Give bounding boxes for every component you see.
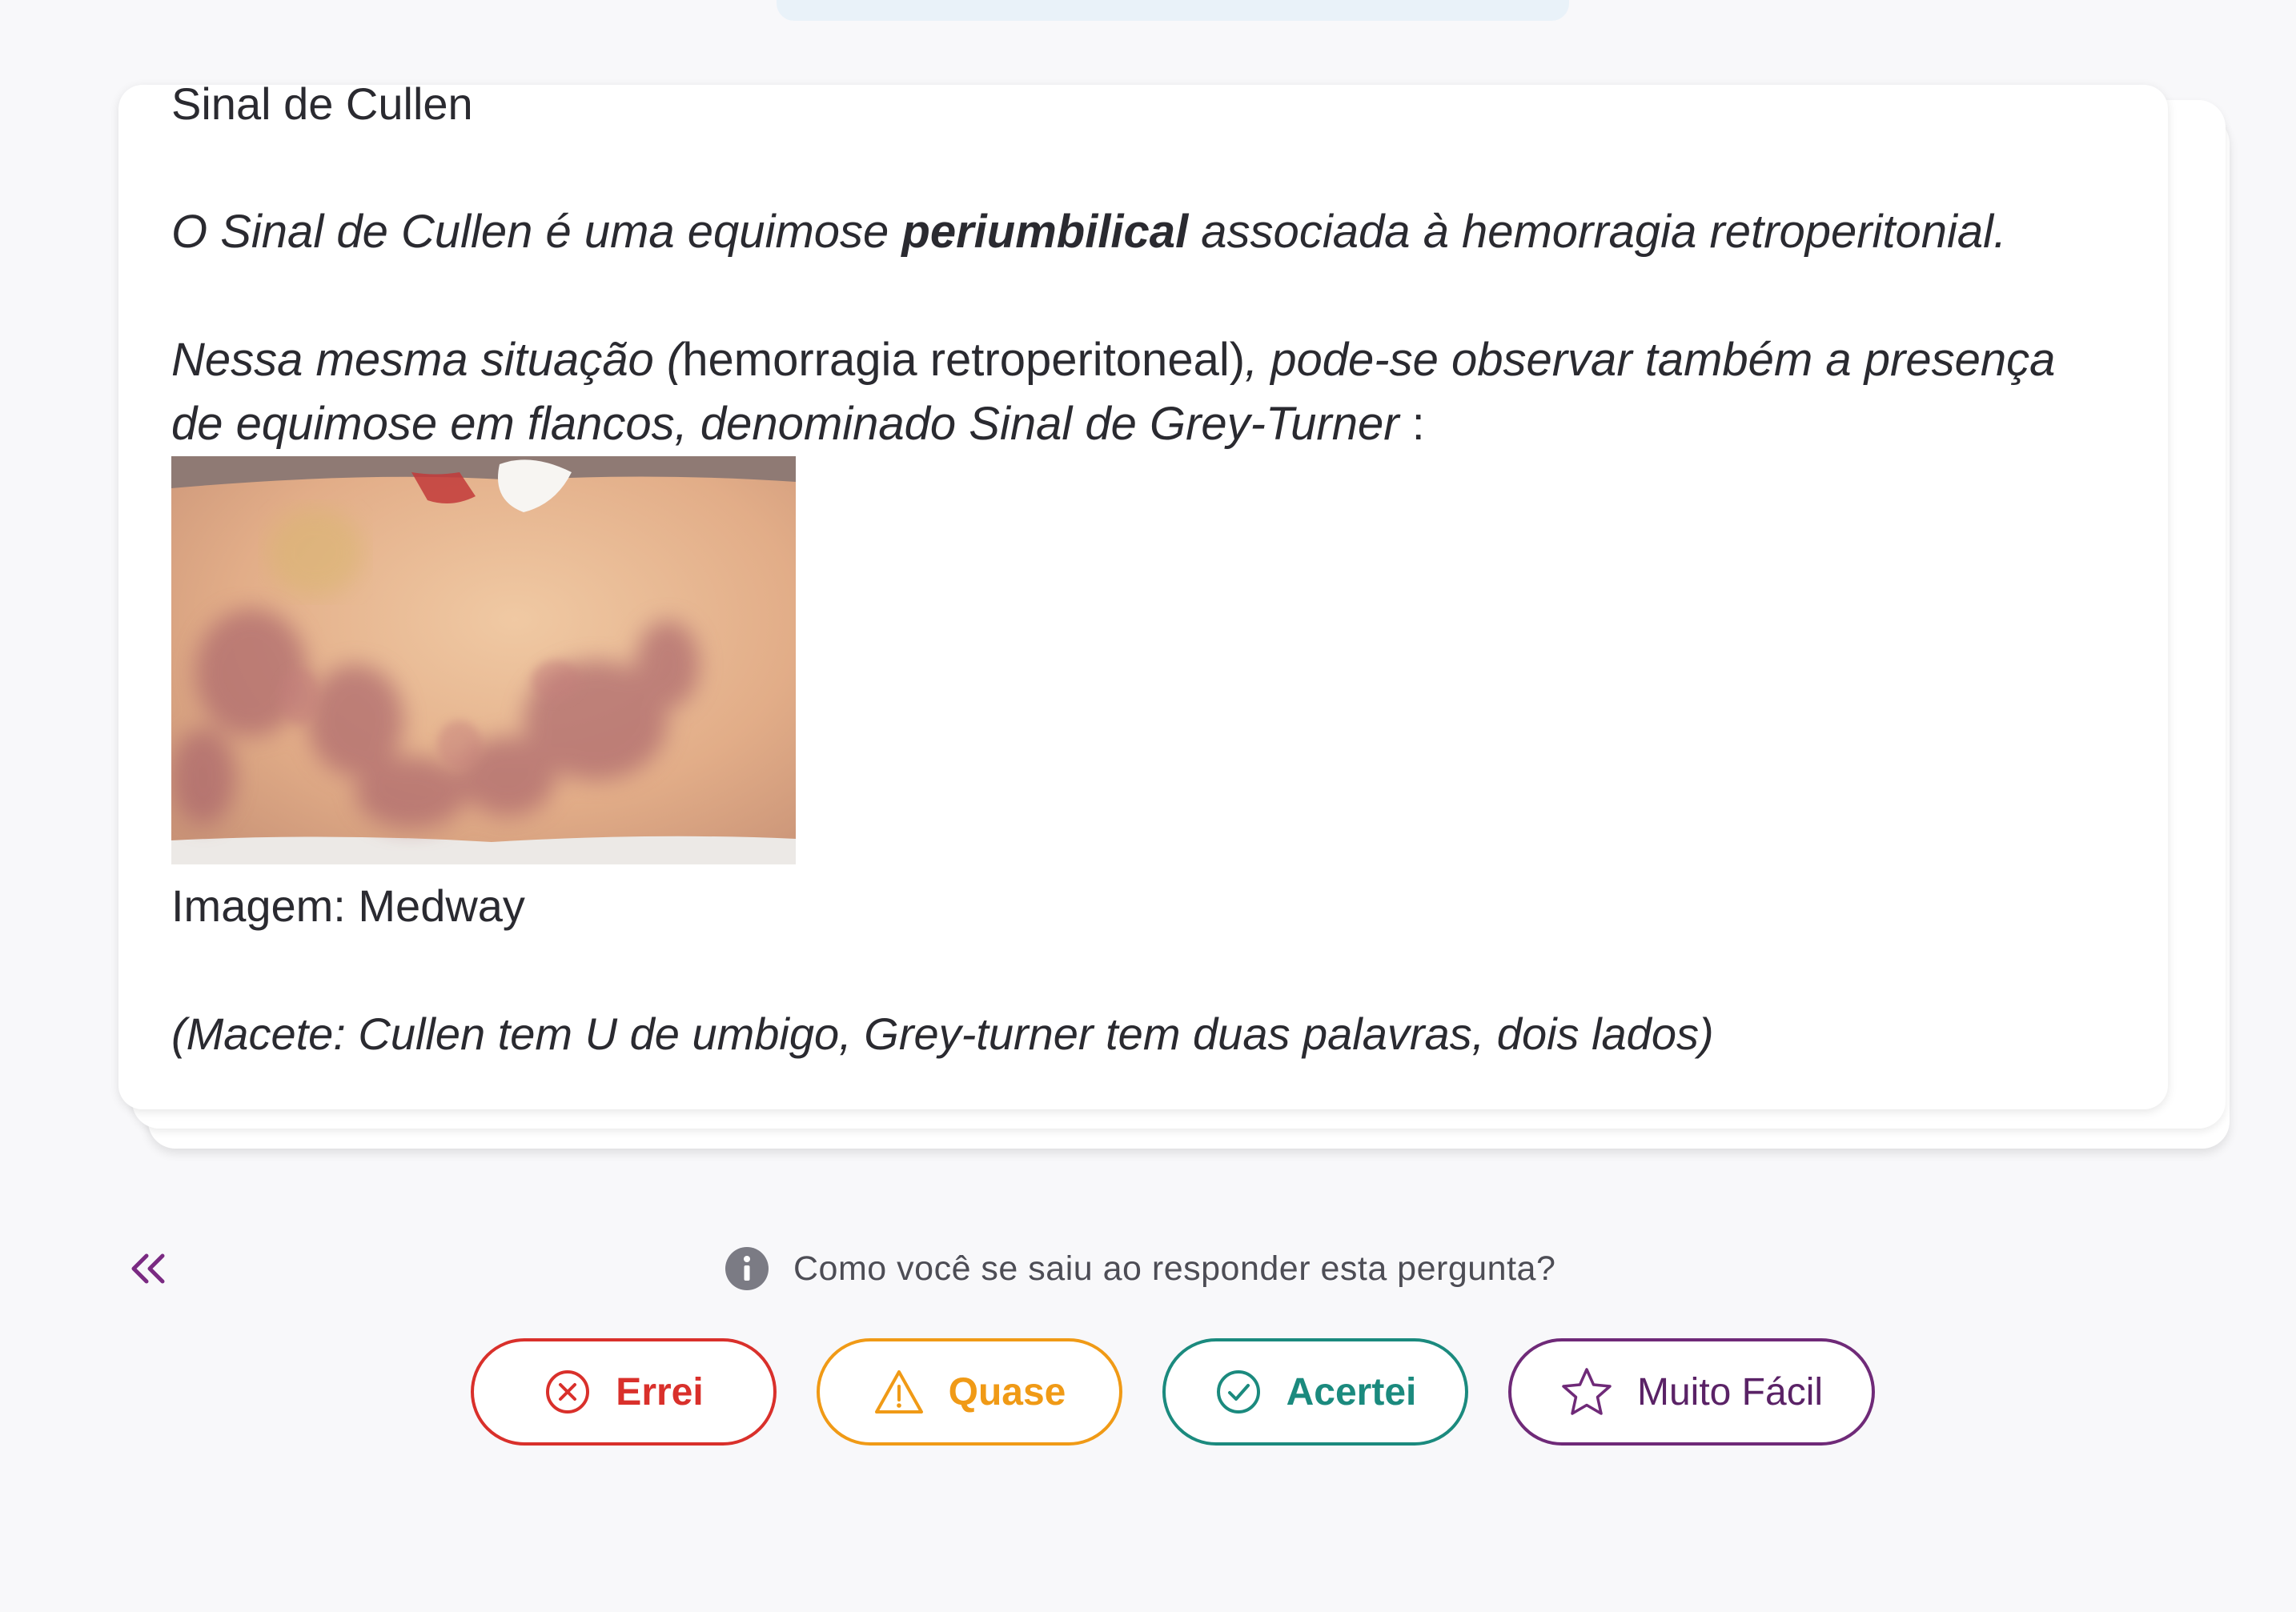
paragraph-text: associada à hemorragia retroperitonial. <box>1188 206 2007 258</box>
grey-turner-sign-photo <box>171 456 796 864</box>
flashcard: Sinal de Cullen O Sinal de Cullen é uma … <box>118 85 2168 1109</box>
quase-button[interactable]: Quase <box>817 1338 1122 1446</box>
errei-label: Errei <box>616 1370 704 1414</box>
card-heading: Sinal de Cullen <box>171 85 473 129</box>
mnemonic-note: (Macete: Cullen tem U de umbigo, Grey-tu… <box>171 1009 1714 1059</box>
paragraph-text: hemorragia retroperitoneal) <box>682 334 1246 386</box>
back-button[interactable] <box>120 1237 176 1301</box>
card-paragraph-grey-turner: Nessa mesma situação (hemorragia retrope… <box>171 328 2104 456</box>
acertei-button[interactable]: Acertei <box>1162 1338 1468 1446</box>
flashcard-scroll-area[interactable]: Sinal de Cullen O Sinal de Cullen é uma … <box>171 85 2104 1109</box>
double-chevron-left-icon <box>131 1253 165 1284</box>
top-tab-indicator <box>777 0 1569 21</box>
bold-term: periumbilical <box>901 206 1189 258</box>
quase-label: Quase <box>948 1370 1066 1414</box>
muito-facil-button[interactable]: Muito Fácil <box>1508 1338 1875 1446</box>
warning-triangle-icon <box>874 1370 923 1414</box>
feedback-prompt: Como você se saiu ao responder esta perg… <box>725 1241 1555 1297</box>
check-circle-icon <box>1216 1370 1260 1414</box>
card-paragraph-cullen: O Sinal de Cullen é uma equimose periumb… <box>171 200 2104 264</box>
paragraph-text: Nessa mesma situação ( <box>171 334 683 386</box>
star-icon <box>1562 1368 1612 1415</box>
errei-button[interactable]: Errei <box>471 1338 777 1446</box>
acertei-label: Acertei <box>1286 1370 1417 1414</box>
feedback-prompt-text: Como você se saiu ao responder esta perg… <box>793 1249 1556 1288</box>
image-caption: Imagem: Medway <box>171 880 525 931</box>
paragraph-text: O Sinal de Cullen é uma equimose <box>171 206 902 258</box>
info-icon[interactable] <box>725 1246 769 1291</box>
muito-facil-label: Muito Fácil <box>1636 1370 1824 1414</box>
x-circle-icon <box>546 1370 590 1414</box>
paragraph-text: : <box>1399 398 1425 450</box>
